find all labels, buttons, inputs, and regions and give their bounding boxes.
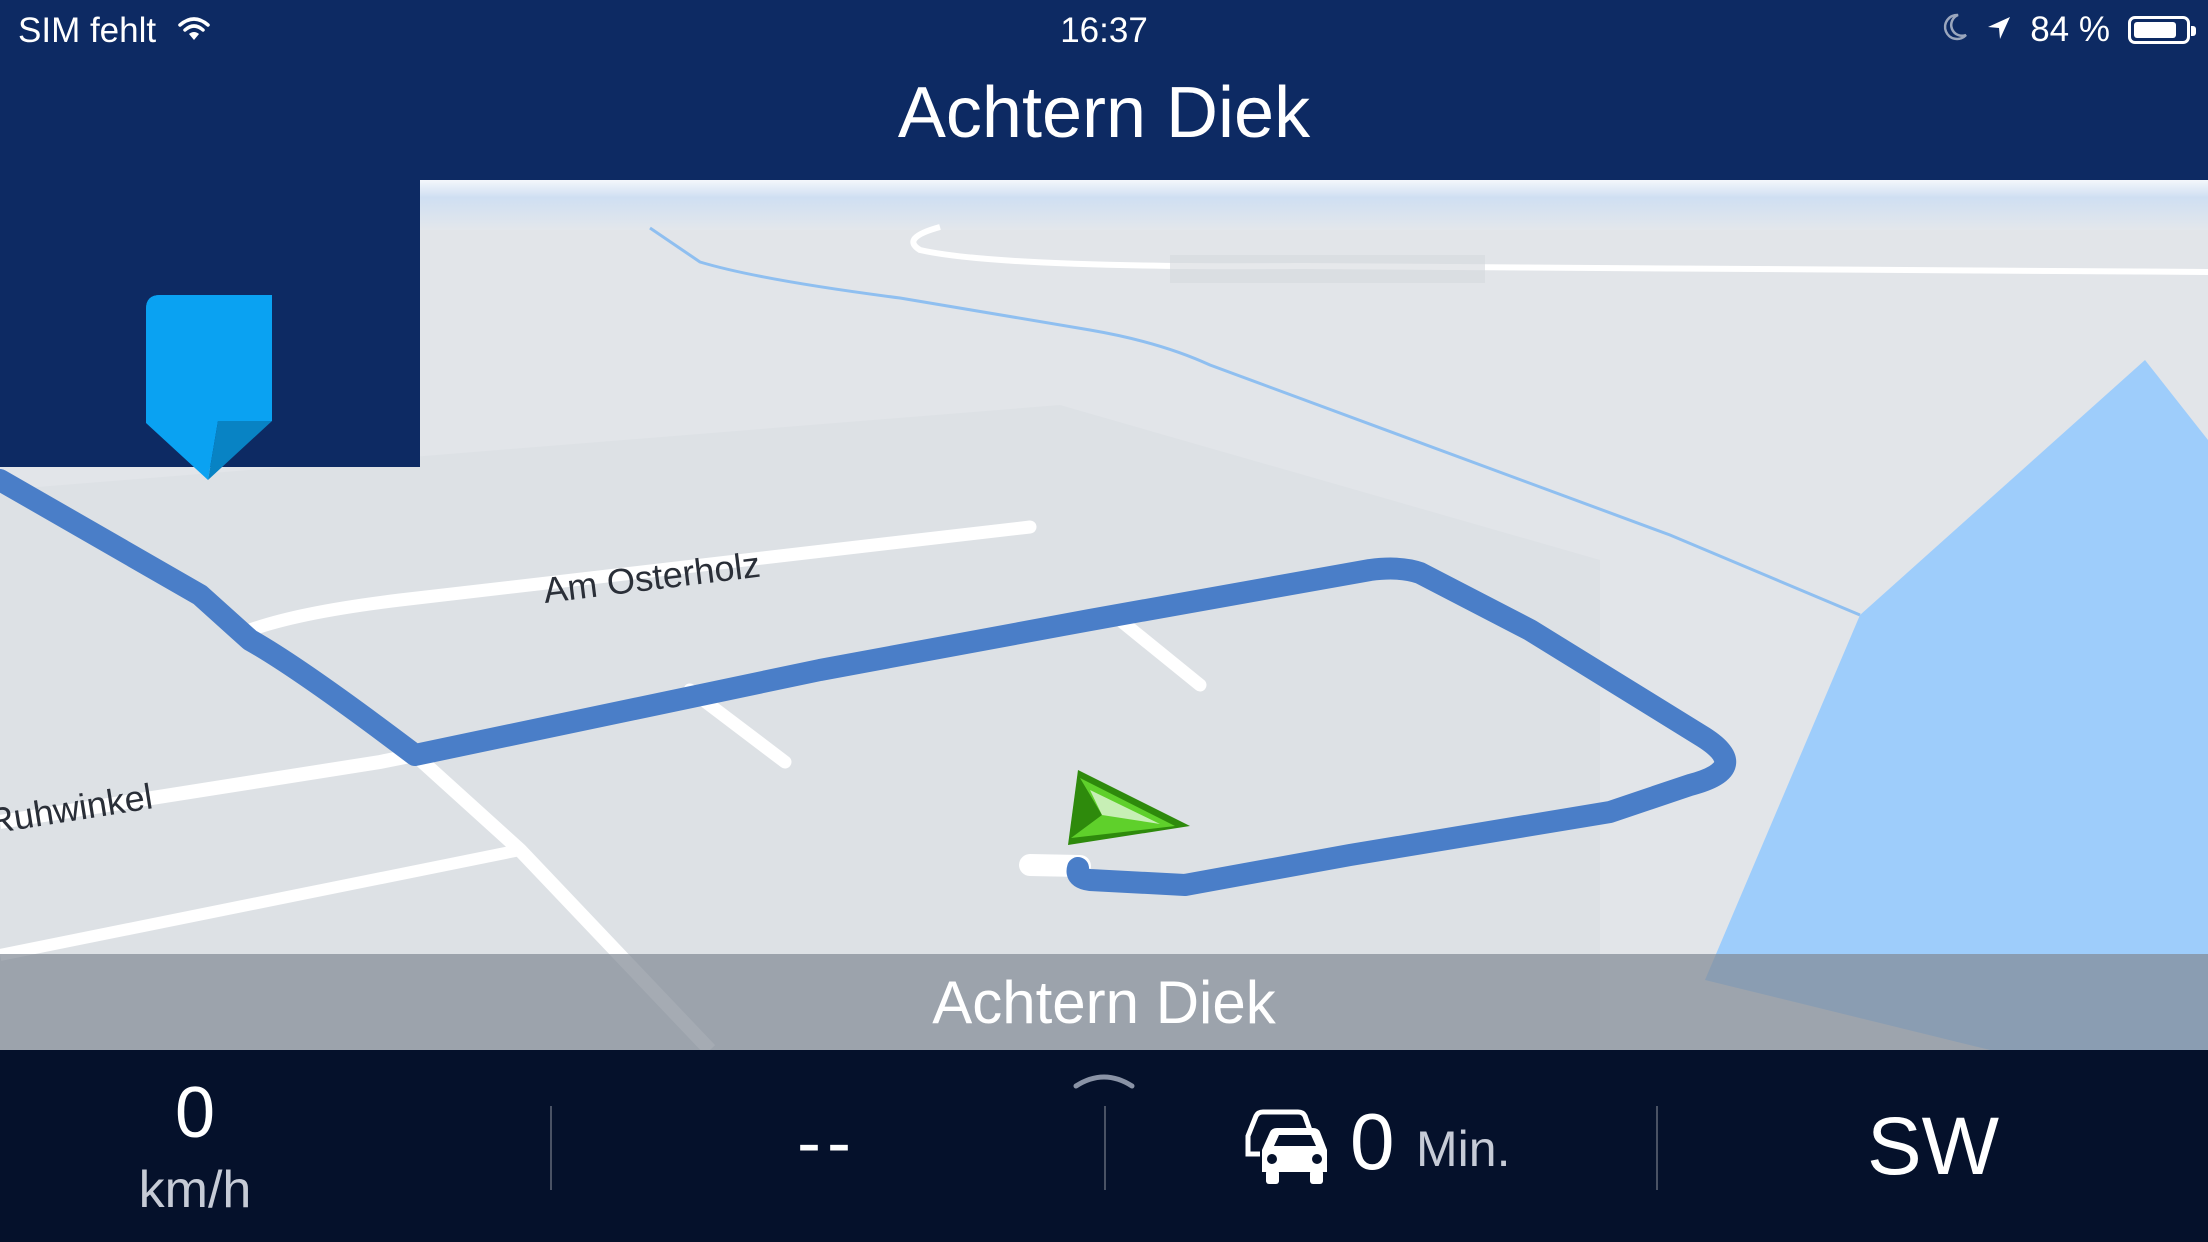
traffic-cars-icon	[1245, 1109, 1328, 1184]
traffic-cell: 0 Min.	[1106, 1050, 1656, 1242]
trip-info-bar[interactable]: 0 km/h -- 0 Min. SW	[0, 1050, 2208, 1242]
battery-fill	[2134, 22, 2176, 38]
speed-cell: 0 km/h	[0, 1050, 390, 1242]
battery-icon	[2128, 16, 2196, 44]
current-street-label: Achtern Diek	[932, 969, 1276, 1036]
traffic-delay-unit: Min.	[1416, 1121, 1511, 1177]
location-arrow-icon	[1986, 10, 2012, 50]
traffic-delay-value: 0	[1350, 1097, 1395, 1186]
moon-icon	[1942, 10, 1968, 50]
status-bar: SIM fehlt 16:37 84 %	[0, 0, 2208, 62]
water-area	[1705, 360, 2208, 1050]
speed-unit: km/h	[138, 1161, 252, 1219]
status-right: 84 %	[1942, 10, 2196, 50]
battery-percent: 84 %	[2030, 10, 2110, 49]
heading-value: SW	[1866, 1101, 2000, 1192]
street-header: Achtern Diek	[0, 62, 2208, 180]
distance-cell: --	[552, 1050, 1102, 1242]
speed-value: 0	[174, 1073, 216, 1153]
battery-nub	[2191, 26, 2196, 36]
street-title: Achtern Diek	[897, 73, 1311, 153]
speech-bubble-icon[interactable]	[146, 295, 272, 480]
navigation-app: SIM fehlt 16:37 84 % Achtern Diek Am Ost…	[0, 0, 2208, 1242]
clock: 16:37	[1060, 11, 1148, 50]
distance-value: --	[797, 1103, 857, 1183]
distant-building	[1170, 255, 1485, 283]
voice-guidance-panel[interactable]	[0, 180, 420, 480]
distant-road	[910, 224, 2208, 275]
current-street-banner: Achtern Diek	[0, 954, 2208, 1050]
heading-cell: SW	[1658, 1050, 2208, 1242]
